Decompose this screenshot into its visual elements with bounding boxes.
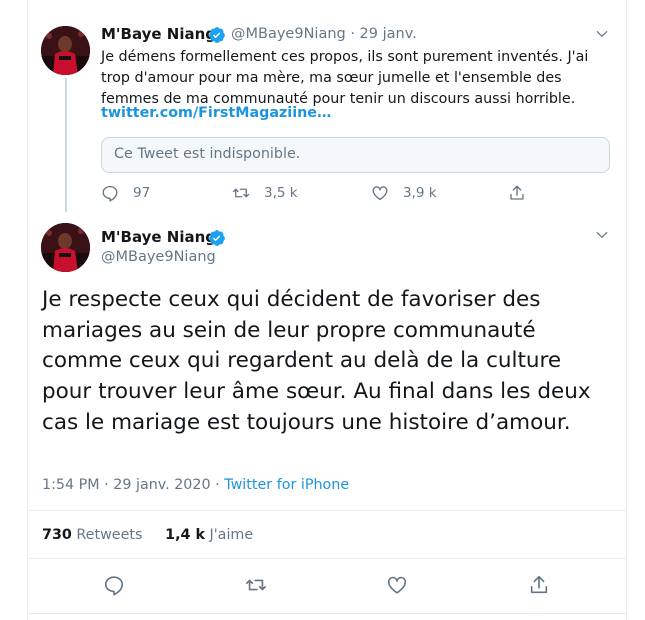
verified-icon	[209, 27, 225, 43]
like-icon	[372, 186, 388, 201]
share-icon[interactable]	[528, 574, 550, 596]
share-icon	[510, 185, 524, 200]
likes-count: 1,4 k	[165, 527, 205, 543]
retweet-button[interactable]: 3,5 k	[232, 184, 298, 202]
engagement-stats: 730 Retweets 1,4 k J'aime	[42, 527, 253, 543]
likes-label: J'aime	[209, 527, 254, 543]
verified-icon	[209, 230, 225, 246]
avatar[interactable]	[41, 26, 90, 75]
tweet-date[interactable]: · 29 janv.	[350, 26, 416, 42]
tweet-text: Je démens formellement ces propos, ils s…	[101, 49, 589, 107]
author-handle[interactable]: @MBaye9Niang · 29 janv.	[231, 26, 417, 42]
like-count: 3,9 k	[403, 185, 437, 201]
retweets-count: 730	[42, 527, 72, 543]
reply-button[interactable]: 97	[101, 184, 150, 202]
retweet-count: 3,5 k	[264, 185, 298, 201]
quoted-tweet-unavailable: Ce Tweet est indisponible.	[101, 137, 610, 173]
chevron-down-icon[interactable]	[595, 228, 609, 242]
avatar[interactable]	[41, 223, 90, 272]
like-icon[interactable]	[386, 574, 408, 596]
likes-stat[interactable]: 1,4 k J'aime	[165, 527, 253, 543]
divider	[27, 613, 626, 614]
reply-icon	[102, 185, 118, 202]
timestamp-text[interactable]: 1:54 PM · 29 janv. 2020 ·	[42, 477, 224, 493]
tweet-timestamp: 1:54 PM · 29 janv. 2020 · Twitter for iP…	[42, 477, 349, 493]
author-name[interactable]: M'Baye Niang	[101, 25, 216, 43]
retweet-icon[interactable]	[245, 574, 267, 596]
handle-text[interactable]: @MBaye9Niang	[231, 26, 346, 42]
reply-count: 97	[133, 185, 151, 201]
thread-connector	[65, 78, 67, 212]
like-button[interactable]: 3,9 k	[371, 184, 437, 202]
column-border	[626, 0, 627, 620]
retweet-icon	[232, 188, 250, 198]
tweet-link[interactable]: twitter.com/FirstMagaziine…	[101, 105, 331, 121]
retweets-stat[interactable]: 730 Retweets	[42, 527, 142, 543]
chevron-down-icon[interactable]	[595, 27, 609, 41]
tweet-text: Je respecte ceux qui décident de favoris…	[42, 287, 591, 435]
unavailable-message: Ce Tweet est indisponible.	[114, 146, 301, 162]
author-name[interactable]: M'Baye Niang	[101, 228, 216, 246]
divider	[27, 558, 626, 559]
reply-icon[interactable]	[103, 574, 125, 596]
source-link[interactable]: Twitter for iPhone	[224, 477, 349, 493]
author-handle[interactable]: @MBaye9Niang	[101, 249, 216, 265]
divider	[27, 510, 626, 511]
share-button[interactable]	[508, 184, 540, 202]
retweets-label: Retweets	[76, 527, 143, 543]
